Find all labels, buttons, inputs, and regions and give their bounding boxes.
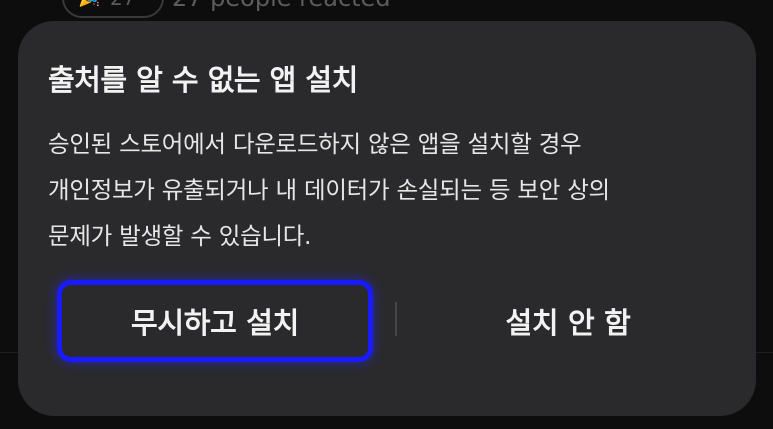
dialog-title: 출처를 알 수 없는 앱 설치 — [48, 63, 358, 97]
reaction-summary: 27 people reacted — [172, 0, 391, 12]
reaction-count: 27 — [110, 0, 135, 10]
install-anyway-button[interactable]: 무시하고 설치 — [57, 280, 373, 362]
party-icon: 🎉 — [78, 0, 100, 8]
dialog-message-line: 승인된 스토어에서 다운로드하지 않은 앱을 설치할 경우 — [48, 130, 582, 158]
reactions-row: 🎉 27 27 people reacted — [62, 0, 391, 18]
dont-install-button[interactable]: 설치 안 함 — [418, 280, 718, 362]
dialog-message-line: 개인정보가 유출되거나 내 데이터가 손실되는 등 보안 상의 — [48, 176, 610, 204]
button-separator — [395, 302, 397, 336]
dialog-message-line: 문제가 발생할 수 있습니다. — [48, 222, 312, 250]
dialog-message: 승인된 스토어에서 다운로드하지 않은 앱을 설치할 경우 개인정보가 유출되거… — [48, 121, 708, 259]
reaction-pill[interactable]: 🎉 27 — [62, 0, 164, 18]
